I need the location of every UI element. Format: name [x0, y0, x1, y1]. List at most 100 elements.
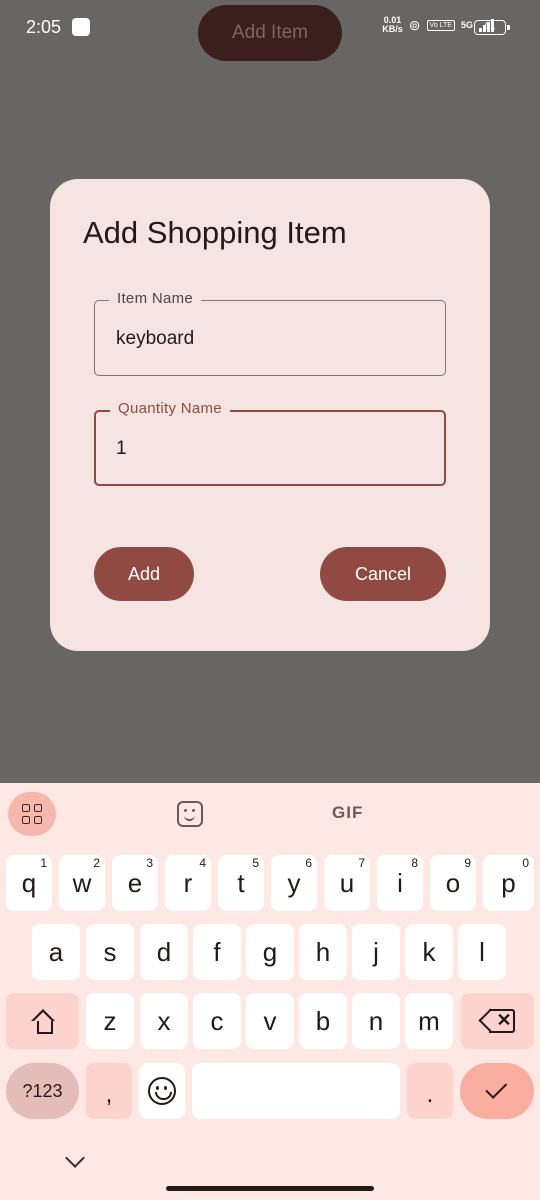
key-j[interactable]: j — [352, 924, 400, 980]
key-hint: 5 — [252, 856, 259, 870]
network-type: 5G — [460, 19, 473, 30]
key-hint: 2 — [93, 856, 100, 870]
key-label: n — [368, 1005, 384, 1036]
key-hint: 7 — [358, 856, 365, 870]
keyboard-toolbar: GIF — [0, 783, 540, 845]
volte-badge: Vo LTE — [426, 19, 455, 31]
key-z[interactable]: z — [86, 993, 134, 1049]
key-label: r — [183, 867, 193, 898]
key-label: j — [373, 936, 379, 967]
key-label: l — [479, 936, 485, 967]
key-label: q — [21, 867, 37, 898]
key-hint: 1 — [40, 856, 47, 870]
key-label: i — [397, 867, 403, 898]
key-label: a — [48, 936, 64, 967]
item-name-field[interactable]: Item Name keyboard — [94, 290, 446, 376]
key-label: f — [213, 936, 221, 967]
soft-keyboard: GIF q1 w2 e3 r4 t5 y6 u7 i8 o9 p0 a s d … — [0, 783, 540, 1200]
key-b[interactable]: b — [299, 993, 347, 1049]
cancel-button[interactable]: Cancel — [320, 547, 446, 601]
key-c[interactable]: c — [193, 993, 241, 1049]
key-n[interactable]: n — [352, 993, 400, 1049]
enter-key[interactable] — [460, 1063, 534, 1119]
key-label: m — [418, 1005, 440, 1036]
add-button[interactable]: Add — [94, 547, 194, 601]
key-s[interactable]: s — [86, 924, 134, 980]
key-h[interactable]: h — [299, 924, 347, 980]
key-label: b — [315, 1005, 331, 1036]
key-d[interactable]: d — [140, 924, 188, 980]
quantity-field[interactable]: Quantity Name 1 — [94, 400, 446, 486]
key-k[interactable]: k — [405, 924, 453, 980]
status-time: 2:05 — [26, 17, 62, 37]
notification-icon — [72, 18, 90, 36]
key-x[interactable]: x — [140, 993, 188, 1049]
backspace-key[interactable]: ✕ — [461, 993, 534, 1049]
key-label: w — [72, 867, 92, 898]
key-o[interactable]: o9 — [430, 855, 476, 911]
navigation-handle[interactable] — [166, 1186, 374, 1191]
checkmark-icon — [485, 1076, 508, 1099]
key-hint: 6 — [305, 856, 312, 870]
key-l[interactable]: l — [458, 924, 506, 980]
network-speed: 0.01 KB/s — [382, 16, 403, 34]
key-hint: 3 — [146, 856, 153, 870]
key-label: h — [315, 936, 331, 967]
quantity-value[interactable]: 1 — [116, 438, 127, 460]
battery-level: 61 — [484, 21, 496, 32]
sticker-icon[interactable] — [177, 801, 203, 827]
emoji-icon — [148, 1077, 176, 1105]
space-key[interactable] — [192, 1063, 400, 1119]
key-e[interactable]: e3 — [112, 855, 158, 911]
key-g[interactable]: g — [246, 924, 294, 980]
quantity-label: Quantity Name — [110, 400, 230, 417]
apps-grid-icon[interactable] — [8, 792, 56, 836]
item-name-label: Item Name — [109, 290, 202, 307]
key-label: p — [501, 867, 516, 898]
gif-button[interactable]: GIF — [332, 803, 363, 823]
shift-key[interactable] — [6, 993, 79, 1049]
key-hint: 8 — [411, 856, 418, 870]
dialog-title: Add Shopping Item — [83, 215, 347, 250]
key-label: t — [237, 867, 245, 898]
key-a[interactable]: a — [32, 924, 80, 980]
symbols-key[interactable]: ?123 — [6, 1063, 79, 1119]
key-w[interactable]: w2 — [59, 855, 105, 911]
network-speed-unit: KB/s — [382, 24, 403, 34]
key-hint: 4 — [199, 856, 206, 870]
add-item-dialog: Add Shopping Item Item Name keyboard Qua… — [50, 179, 490, 651]
battery-icon: 61 — [474, 20, 510, 35]
key-f[interactable]: f — [193, 924, 241, 980]
key-label: e — [127, 867, 143, 898]
key-label: o — [445, 867, 461, 898]
key-label: u — [339, 867, 355, 898]
key-label: z — [103, 1005, 117, 1036]
comma-key[interactable]: , — [86, 1063, 132, 1119]
key-hint: 0 — [522, 856, 529, 870]
key-q[interactable]: q1 — [6, 855, 52, 911]
hotspot-icon: ⊚ — [408, 16, 421, 33]
add-item-button: Add Item — [198, 5, 342, 61]
key-label: v — [263, 1005, 277, 1036]
key-label: x — [157, 1005, 171, 1036]
shift-icon — [30, 1008, 56, 1034]
key-label: g — [262, 936, 278, 967]
chevron-down-icon[interactable] — [65, 1148, 85, 1168]
key-m[interactable]: m — [405, 993, 453, 1049]
period-key[interactable]: . — [407, 1063, 453, 1119]
key-label: c — [210, 1005, 224, 1036]
key-t[interactable]: t5 — [218, 855, 264, 911]
key-hint: 9 — [464, 856, 471, 870]
backspace-icon: ✕ — [477, 1008, 515, 1033]
key-label: d — [156, 936, 172, 967]
emoji-key[interactable] — [139, 1063, 185, 1119]
item-name-value[interactable]: keyboard — [116, 328, 194, 350]
key-v[interactable]: v — [246, 993, 294, 1049]
key-y[interactable]: y6 — [271, 855, 317, 911]
key-p[interactable]: p0 — [483, 855, 534, 911]
key-u[interactable]: u7 — [324, 855, 370, 911]
key-label: s — [103, 936, 117, 967]
key-i[interactable]: i8 — [377, 855, 423, 911]
key-label: k — [422, 936, 436, 967]
key-r[interactable]: r4 — [165, 855, 211, 911]
